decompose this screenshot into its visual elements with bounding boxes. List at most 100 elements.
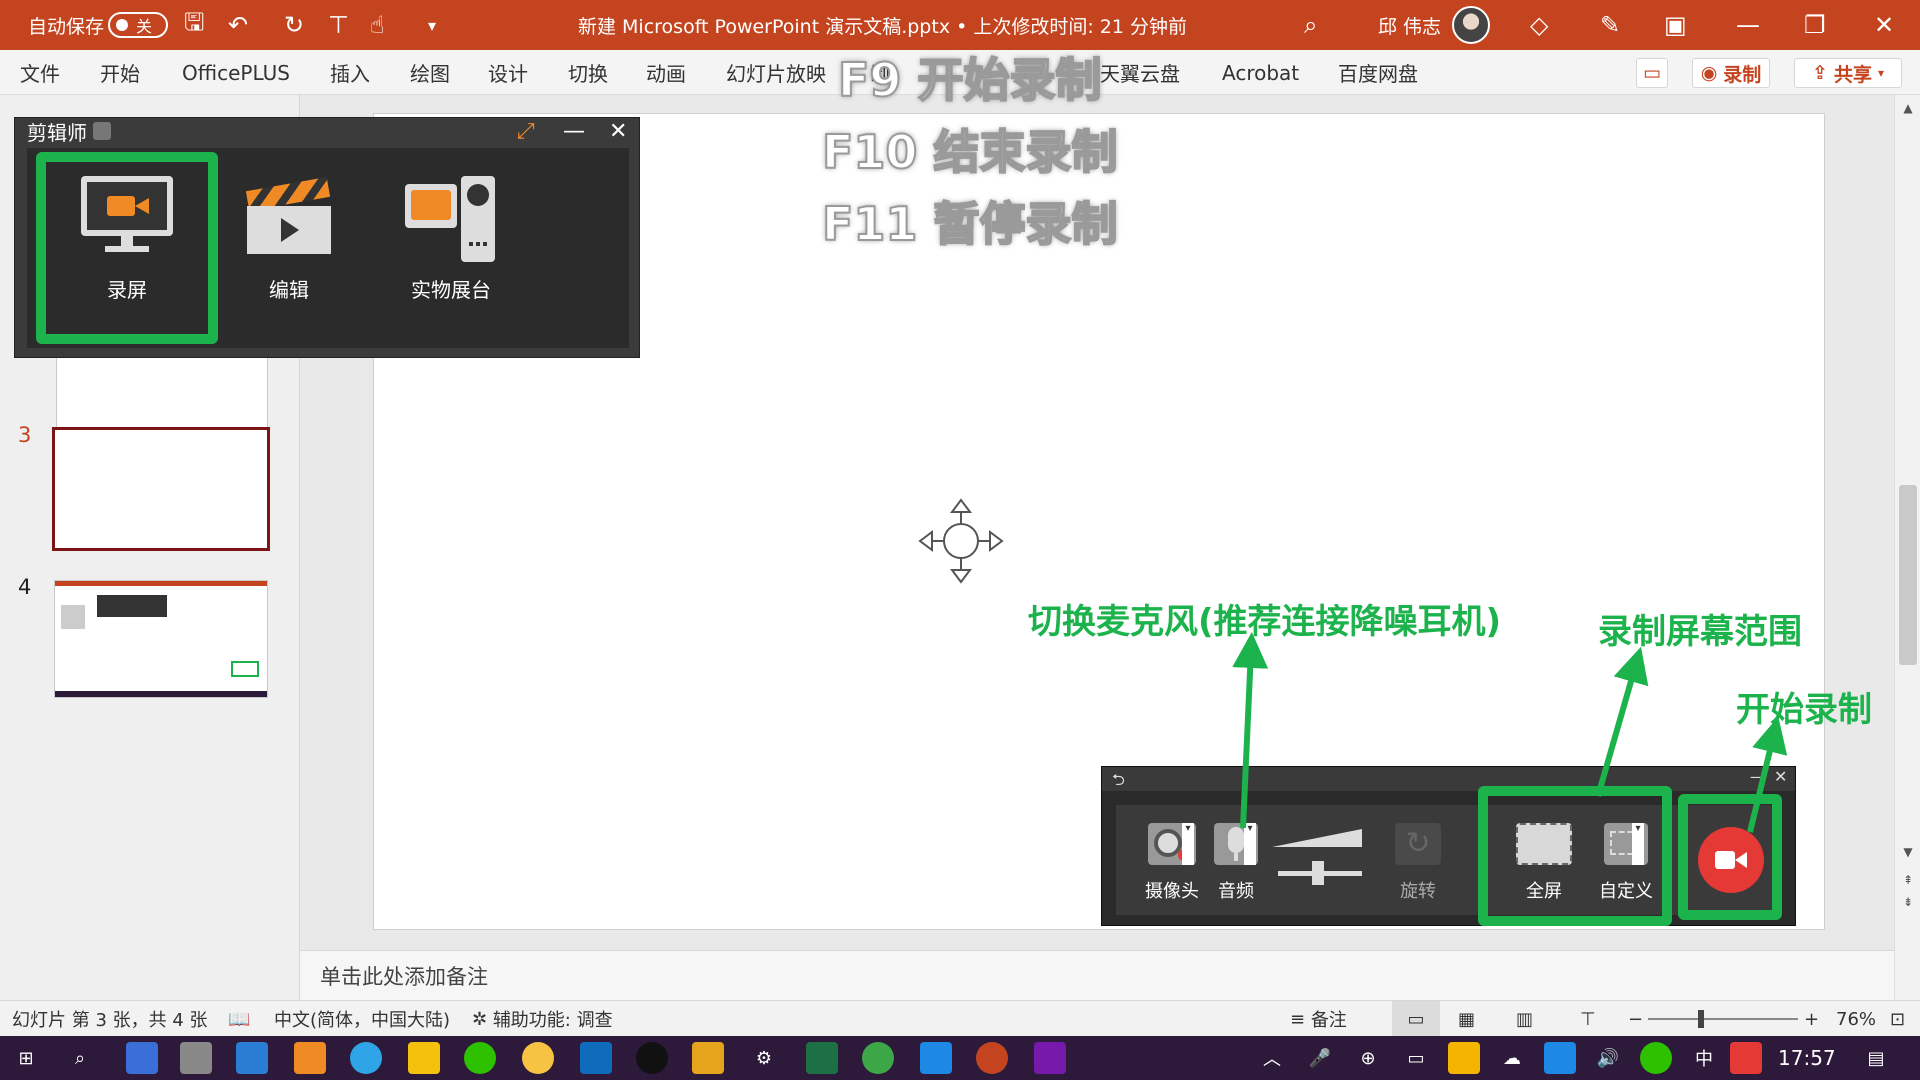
close-icon[interactable]: ✕ <box>1874 0 1894 50</box>
ime-indicator[interactable]: 中 <box>1688 1042 1720 1074</box>
accessibility-status[interactable]: ✲ 辅助功能: 调查 <box>472 1001 613 1037</box>
tray-volume-icon[interactable]: 🔊 <box>1592 1042 1624 1074</box>
restore-icon[interactable]: ❐ <box>1804 0 1826 50</box>
app-icon-7[interactable] <box>920 1042 952 1074</box>
wechat-icon[interactable] <box>464 1042 496 1074</box>
editor-minimize-icon[interactable]: — <box>563 118 585 144</box>
customize-qat-icon[interactable]: ▾ <box>428 0 436 50</box>
tray-app-icon[interactable] <box>1544 1042 1576 1074</box>
windows-start-icon[interactable]: ⊞ <box>10 1042 42 1074</box>
edge-browser-icon[interactable] <box>350 1042 382 1074</box>
scroll-thumb[interactable] <box>1899 485 1917 665</box>
prev-slide-icon[interactable]: ⇞ <box>1899 873 1917 891</box>
redo-icon[interactable]: ↻ <box>284 0 304 50</box>
comment-icon[interactable]: ▭ <box>1636 58 1668 88</box>
user-icon[interactable] <box>93 122 111 140</box>
notification-center-icon[interactable]: ▤ <box>1860 1042 1892 1074</box>
slide-thumbnail-4[interactable] <box>54 580 268 698</box>
slideshow-view-icon[interactable]: ⊤ <box>1580 1001 1596 1037</box>
autosave-toggle[interactable]: 关 <box>108 12 168 38</box>
app-icon-6[interactable] <box>862 1042 894 1074</box>
taskbar-search-icon[interactable]: ⌕ <box>64 1042 96 1074</box>
tray-shield-icon[interactable] <box>1448 1042 1480 1074</box>
zoom-slider[interactable] <box>1648 1001 1798 1037</box>
editor-close-icon[interactable]: ✕ <box>609 118 627 144</box>
present-icon[interactable]: ⊤ <box>328 0 349 50</box>
slide-info[interactable]: 幻灯片 第 3 张，共 4 张 <box>12 1001 208 1037</box>
settings-icon[interactable]: ⚙ <box>748 1042 780 1074</box>
scroll-up-icon[interactable]: ▲ <box>1899 101 1917 119</box>
recorder-minimize-icon[interactable]: — <box>1750 767 1766 786</box>
search-icon[interactable]: ⌕ <box>1304 0 1317 50</box>
tab-home[interactable]: 开始 <box>100 50 140 95</box>
volume-slider[interactable] <box>1272 825 1364 895</box>
pin-icon[interactable]: ⮌ <box>1112 769 1125 796</box>
tab-officeplus[interactable]: OfficePLUS <box>182 50 290 95</box>
tray-cloud-icon[interactable]: ☁ <box>1496 1042 1528 1074</box>
tab-insert[interactable]: 插入 <box>330 50 370 95</box>
camera-dropdown-icon[interactable]: ▾ <box>1182 823 1194 865</box>
pen-icon[interactable]: ✎ <box>1600 0 1620 50</box>
zoom-out-icon[interactable]: − <box>1628 1001 1643 1037</box>
tab-animations[interactable]: 动画 <box>646 50 686 95</box>
zoom-slider-thumb[interactable] <box>1698 1010 1704 1028</box>
tray-wechat-icon[interactable] <box>1640 1042 1672 1074</box>
edit-tool[interactable]: 编辑 <box>199 154 379 334</box>
excel-icon[interactable] <box>806 1042 838 1074</box>
tab-draw[interactable]: 绘图 <box>410 50 450 95</box>
app-icon-2[interactable] <box>236 1042 268 1074</box>
document-title[interactable]: 新建 Microsoft PowerPoint 演示文稿.pptx • 上次修改… <box>578 0 1187 50</box>
spellcheck-icon[interactable]: 📖 <box>228 1001 250 1037</box>
tab-design[interactable]: 设计 <box>488 50 528 95</box>
slide-sorter-icon[interactable]: ▦ <box>1458 1001 1475 1037</box>
tab-baidu-netdisk[interactable]: 百度网盘 <box>1338 50 1418 95</box>
qq-icon[interactable] <box>636 1042 668 1074</box>
tray-mic-icon[interactable]: 🎤 <box>1304 1042 1336 1074</box>
onenote-icon[interactable] <box>1034 1042 1066 1074</box>
language-status[interactable]: 中文(简体，中国大陆) <box>274 1001 450 1037</box>
fit-to-window-icon[interactable]: ⊡ <box>1890 1001 1905 1037</box>
user-name[interactable]: 邱 伟志 <box>1378 0 1441 50</box>
outlook-icon[interactable] <box>580 1042 612 1074</box>
document-camera-tool[interactable]: 实物展台 <box>361 154 541 334</box>
diamond-icon[interactable]: ◇ <box>1530 0 1548 50</box>
file-explorer-icon[interactable] <box>408 1042 440 1074</box>
audio-tool[interactable]: 音频 <box>1196 805 1276 915</box>
tab-transitions[interactable]: 切换 <box>568 50 608 95</box>
audio-dropdown-icon[interactable]: ▾ <box>1244 823 1256 865</box>
tab-slideshow[interactable]: 幻灯片放映 <box>726 50 826 95</box>
avatar[interactable] <box>1452 6 1490 44</box>
next-slide-icon[interactable]: ⇟ <box>1899 895 1917 913</box>
scroll-down-icon[interactable]: ▼ <box>1899 845 1917 863</box>
zoom-in-icon[interactable]: + <box>1804 1001 1819 1037</box>
calculator-icon[interactable] <box>180 1042 212 1074</box>
minimize-icon[interactable]: — <box>1736 0 1760 50</box>
app-icon-1[interactable] <box>126 1042 158 1074</box>
app-icon-5[interactable] <box>692 1042 724 1074</box>
vertical-scrollbar[interactable]: ▲ ▼ ⇞ ⇟ <box>1894 95 1920 1000</box>
notes-toggle[interactable]: ≡ 备注 <box>1290 1001 1347 1037</box>
save-icon[interactable]: 🖫 <box>184 0 204 50</box>
ribbon-display-icon[interactable]: ▣ <box>1664 0 1687 50</box>
touch-mode-icon[interactable]: ☝ <box>370 0 385 50</box>
tray-chevron-icon[interactable]: ︿ <box>1256 1042 1288 1074</box>
zoom-level[interactable]: 76% <box>1836 1001 1876 1037</box>
rotate-tool[interactable]: ↻ 旋转 <box>1378 805 1458 915</box>
tray-battery-icon[interactable]: ▭ <box>1400 1042 1432 1074</box>
tray-globe-icon[interactable]: ⊕ <box>1352 1042 1384 1074</box>
record-button[interactable]: ◉ 录制 <box>1692 58 1770 88</box>
tab-tianyi-cloud[interactable]: 天翼云盘 <box>1100 50 1180 95</box>
tray-sogou-icon[interactable] <box>1730 1042 1762 1074</box>
app-icon-3[interactable] <box>294 1042 326 1074</box>
taskbar-clock[interactable]: 17:57 <box>1778 1036 1836 1080</box>
undo-icon[interactable]: ↶ <box>228 0 248 50</box>
slide-thumbnail-3[interactable] <box>52 427 270 551</box>
tab-acrobat[interactable]: Acrobat <box>1222 50 1299 95</box>
notes-pane[interactable]: 单击此处添加备注 <box>300 950 1894 1000</box>
powerpoint-icon[interactable] <box>976 1042 1008 1074</box>
normal-view-icon[interactable]: ▭ <box>1392 1001 1440 1037</box>
tab-file[interactable]: 文件 <box>20 50 60 95</box>
recorder-close-icon[interactable]: ✕ <box>1774 767 1787 786</box>
reading-view-icon[interactable]: ▥ <box>1516 1001 1533 1037</box>
share-button[interactable]: ⇪ 共享 ▾ <box>1794 58 1902 88</box>
